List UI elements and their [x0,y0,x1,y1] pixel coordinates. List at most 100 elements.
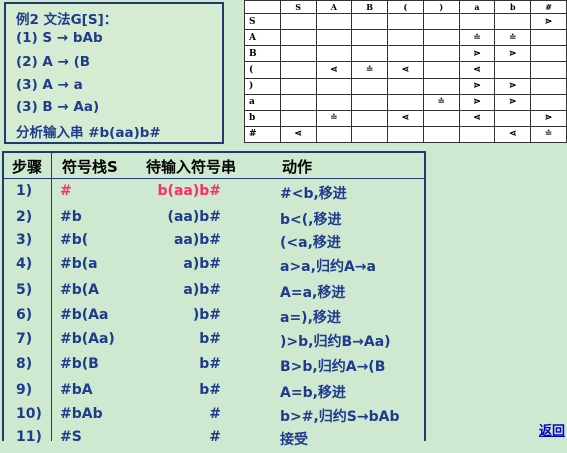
stack-cell: #b( [60,232,89,248]
stack-cell: #b(A [60,282,99,298]
precedence-cell [279,45,317,63]
input-cell: a)b# [183,256,221,272]
header-stack: 符号栈S [62,158,118,176]
precedence-row: (⋖ ≐ ⋖ ⋖ [244,61,567,79]
precedence-cell [351,93,389,111]
precedence-cell [530,93,567,111]
precedence-row: A ≐ ≐ [244,29,567,47]
precedence-row: a ≐ ⋗ ⋗ [244,93,567,111]
input-cell: (aa)b# [167,209,221,225]
stack-cell: #b(Aa) [60,331,115,347]
header-divider [4,178,424,179]
precedence-row-header: # [244,125,281,144]
action-cell: B>b,归约A→(B [280,359,386,375]
step-cell: 7) [16,331,33,347]
precedence-cell [351,109,389,127]
header-input: 待输入符号串 [146,158,237,176]
precedence-cell [422,45,460,63]
analysis-row: 9) #bA b# A=b,移进 [4,382,424,406]
precedence-cell [387,125,424,144]
input-cell: # [209,429,221,445]
analysis-row: 8) #b(B b# B>b,归约A→(B [4,356,424,380]
precedence-row: # ⋖ ⋖ ≐ [244,125,567,144]
precedence-cell [422,109,460,127]
action-cell: 接受 [280,432,308,448]
precedence-cell [422,29,460,47]
precedence-cell [422,77,460,95]
precedence-cell [315,93,353,111]
precedence-cell [387,45,424,63]
action-cell: a=),移进 [280,310,341,326]
input-cell: b(aa)b# [157,183,221,199]
action-cell: (<a,移进 [280,235,341,251]
precedence-col-header: B [351,0,389,14]
grammar-rule-2: (2) A → (B [16,54,91,70]
step-cell: 8) [16,356,33,372]
precedence-cell [387,12,424,31]
precedence-row-header: a [244,93,281,111]
precedence-col-header: S [279,0,317,14]
input-cell: b# [199,382,221,398]
precedence-cell [279,29,317,47]
precedence-cell: ⋗ [494,45,532,63]
precedence-cell [279,12,317,31]
grammar-rule-4: (3) B → Aa) [16,99,100,115]
precedence-cell [494,61,532,79]
precedence-cell [494,109,532,127]
precedence-row-header: b [244,109,281,127]
precedence-row: B ⋗ ⋗ [244,45,567,63]
input-cell: b# [199,356,221,372]
stack-cell: #bAb [60,406,103,422]
action-cell: b>#,归约S→bAb [280,409,400,425]
precedence-row-header: B [244,45,281,63]
action-cell: #<b,移进 [280,186,347,202]
precedence-cell [387,93,424,111]
stack-cell: # [60,183,72,199]
analysis-row: 6) #b(Aa)b# a=),移进 [4,307,424,331]
step-cell: 2) [16,209,33,225]
precedence-cell: ⋖ [387,109,424,127]
precedence-cell [315,77,353,95]
grammar-rule-3: (3) A → a [16,77,83,93]
precedence-cell [279,77,317,95]
precedence-row-header: A [244,29,281,47]
precedence-cell [351,77,389,95]
precedence-cell: ⋖ [279,125,317,144]
step-cell: 6) [16,307,33,323]
analysis-row: 7) #b(Aa) b# )>b,归约B→Aa) [4,331,424,355]
precedence-cell [530,61,567,79]
grammar-rule-1: (1) S → bAb [16,30,103,46]
precedence-row: ) ⋗ ⋗ [244,77,567,95]
precedence-cell [279,61,317,79]
precedence-row-header: S [244,12,281,31]
step-cell: 5) [16,282,33,298]
stack-cell: #b [60,209,82,225]
back-link[interactable]: 返回 [539,420,565,439]
analysis-row: 4) #b(a a)b# a>a,归约A→a [4,256,424,280]
precedence-cell: ≐ [422,93,460,111]
input-cell: b# [199,331,221,347]
precedence-cell [351,12,389,31]
action-cell: )>b,归约B→Aa) [280,334,391,350]
precedence-cell [422,12,460,31]
stack-cell: #S [60,429,82,445]
step-cell: 10) [16,406,42,422]
header-action: 动作 [282,158,313,176]
precedence-cell [422,125,460,144]
precedence-cell: ⋗ [494,77,532,95]
precedence-cell: ⋖ [387,61,424,79]
action-cell: b<(,移进 [280,212,342,228]
precedence-col-header: # [530,0,567,14]
stack-cell: #b(a [60,256,98,272]
precedence-cell [422,61,460,79]
precedence-cell [387,77,424,95]
precedence-cell [315,12,353,31]
precedence-cell [530,77,567,95]
step-cell: 9) [16,382,33,398]
analysis-row: 3) #b(aa)b# (<a,移进 [4,232,424,256]
action-cell: a>a,归约A→a [280,259,376,275]
precedence-cell [351,29,389,47]
analysis-row: 10) #bAb # b>#,归约S→bAb [4,406,424,430]
precedence-cell [458,125,496,144]
precedence-cell: ⋗ [458,77,496,95]
